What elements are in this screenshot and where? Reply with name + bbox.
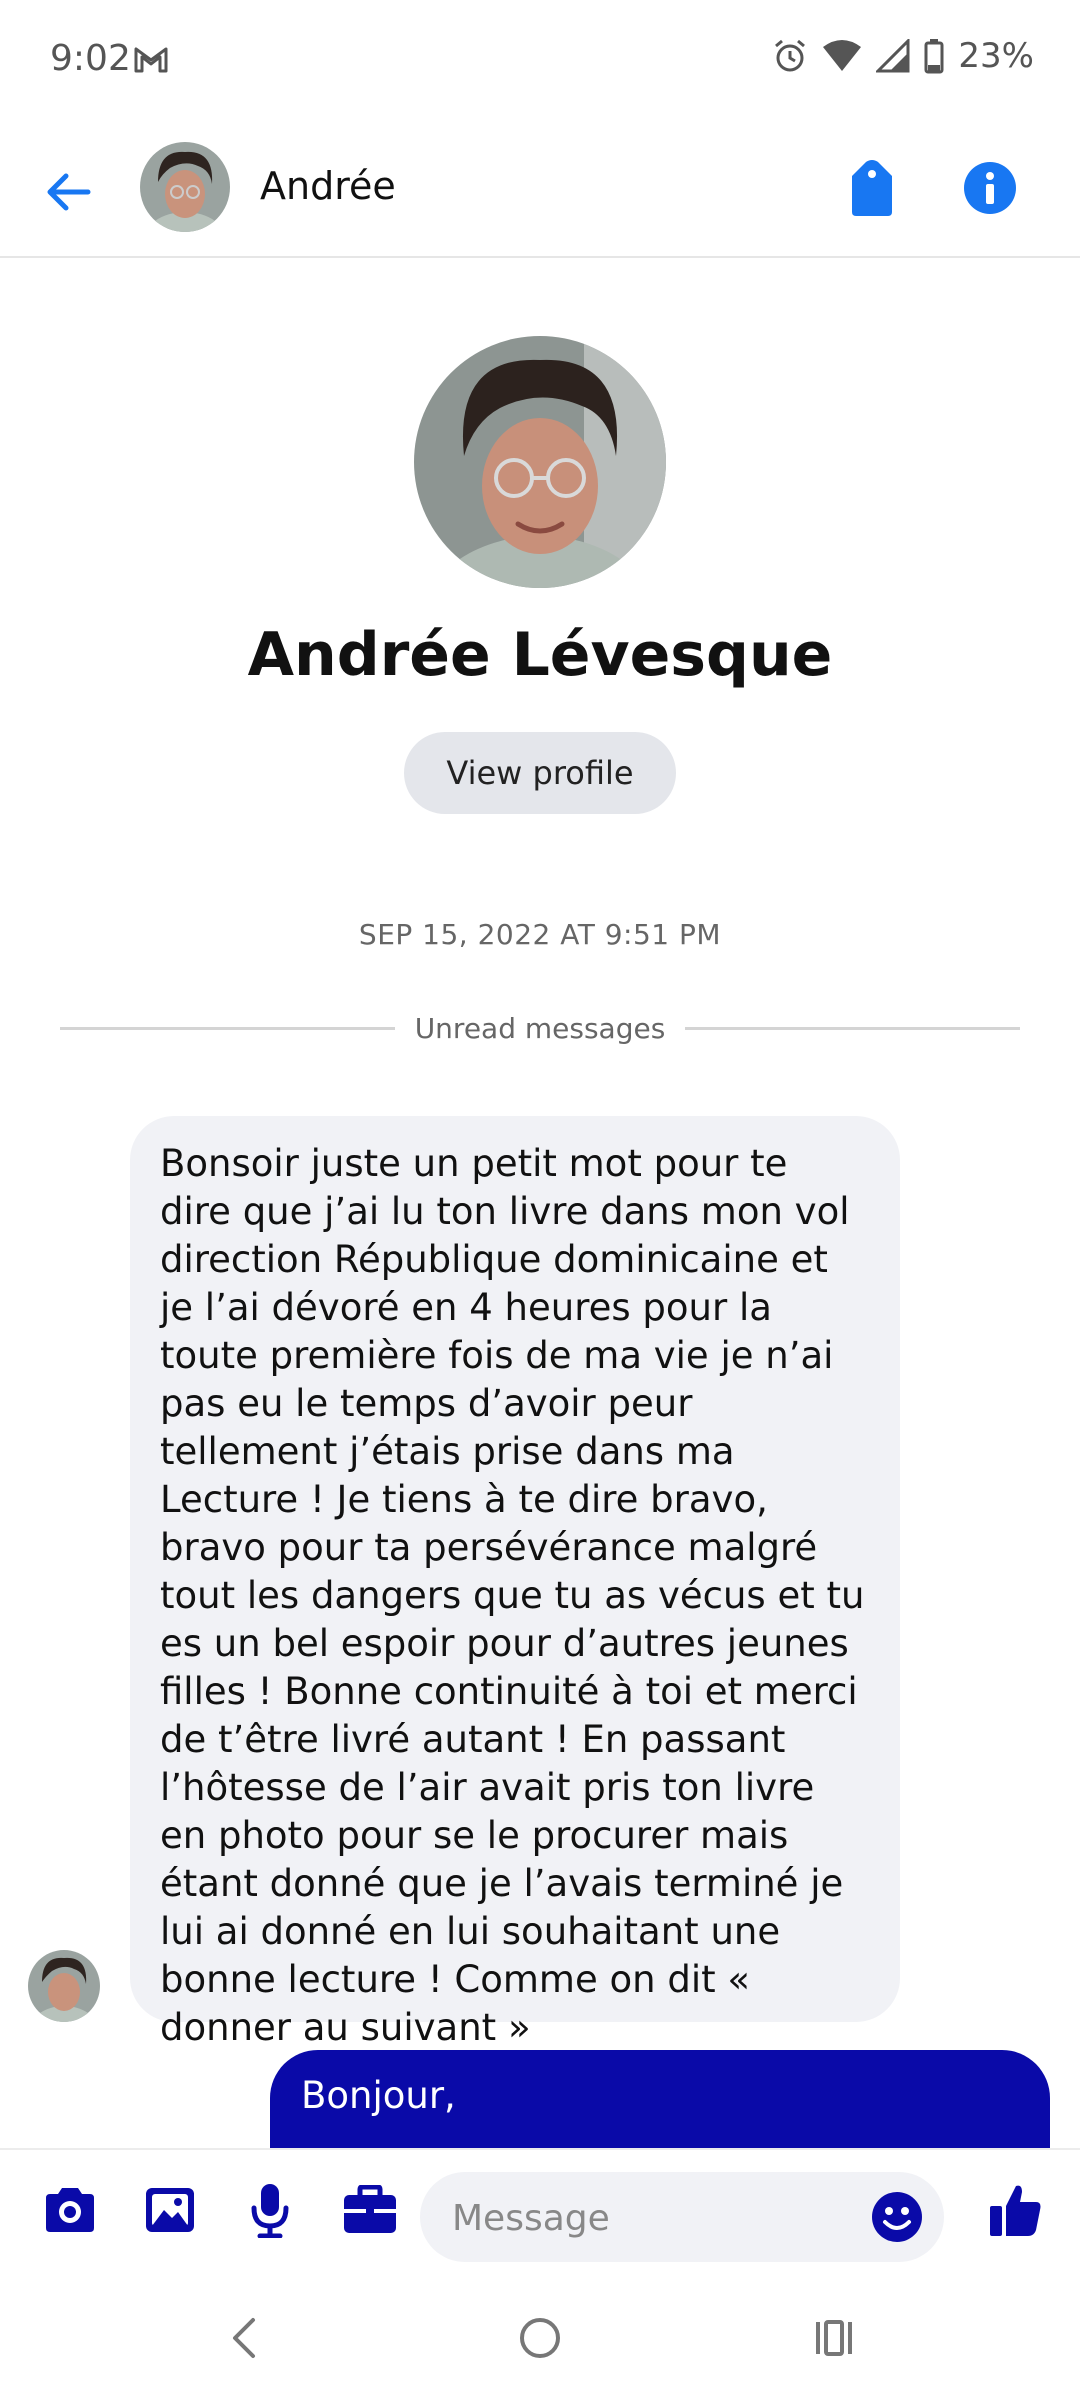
gallery-icon [146, 2188, 194, 2232]
status-bar: 9:02 23% [0, 0, 1080, 120]
gmail-icon [134, 47, 168, 73]
briefcase-icon [344, 2185, 396, 2233]
nav-home-button[interactable] [510, 2308, 570, 2368]
like-button[interactable] [984, 2178, 1048, 2242]
business-button[interactable] [338, 2178, 402, 2242]
message-composer [0, 2148, 1080, 2270]
message-timestamp: SEP 15, 2022 AT 9:51 PM [358, 918, 722, 951]
back-arrow-icon[interactable] [40, 162, 100, 222]
nav-back-button[interactable] [214, 2308, 274, 2368]
nav-recents-button[interactable] [804, 2308, 864, 2368]
info-icon[interactable] [962, 160, 1018, 216]
avatar[interactable] [140, 142, 230, 232]
divider-line [685, 1026, 1020, 1030]
outgoing-message-bubble[interactable]: Bonjour, [270, 2050, 1050, 2160]
view-profile-button[interactable]: View profile [404, 732, 676, 814]
contact-photo [140, 142, 230, 232]
message-input[interactable] [450, 2172, 854, 2264]
incoming-message-bubble[interactable]: Bonsoir juste un petit mot pour te dire … [130, 1116, 900, 2049]
conversation-header: Andrée [0, 120, 1080, 258]
battery-percent: 23% [958, 36, 1034, 76]
contact-name[interactable]: Andrée [260, 164, 396, 208]
microphone-icon [251, 2184, 289, 2238]
profile-photo [414, 336, 666, 588]
battery-icon [924, 39, 944, 74]
profile-avatar[interactable] [414, 336, 666, 588]
camera-icon [46, 2188, 94, 2232]
system-nav-bar [0, 2268, 1080, 2400]
recents-nav-icon [816, 2320, 852, 2356]
profile-full-name: Andrée Lévesque [247, 620, 833, 690]
camera-button[interactable] [38, 2178, 102, 2242]
alarm-icon [775, 39, 806, 72]
message-box[interactable] [420, 2172, 944, 2264]
thumbs-up-icon [990, 2185, 1041, 2236]
voice-button[interactable] [238, 2178, 302, 2242]
status-icons: 23% [772, 36, 1034, 76]
tag-icon[interactable] [844, 158, 900, 218]
status-time: 9:02 [50, 38, 131, 79]
emoji-icon[interactable] [870, 2190, 924, 2244]
sender-photo [28, 1950, 100, 2022]
gallery-button[interactable] [138, 2178, 202, 2242]
divider-line [60, 1026, 395, 1030]
home-nav-icon [520, 2318, 560, 2358]
signal-icon [876, 39, 910, 73]
unread-label: Unread messages [414, 1011, 666, 1045]
wifi-icon [823, 40, 862, 71]
sender-avatar[interactable] [28, 1950, 100, 2022]
unread-divider: Unread messages [60, 1008, 1020, 1048]
back-nav-icon [233, 2318, 255, 2358]
